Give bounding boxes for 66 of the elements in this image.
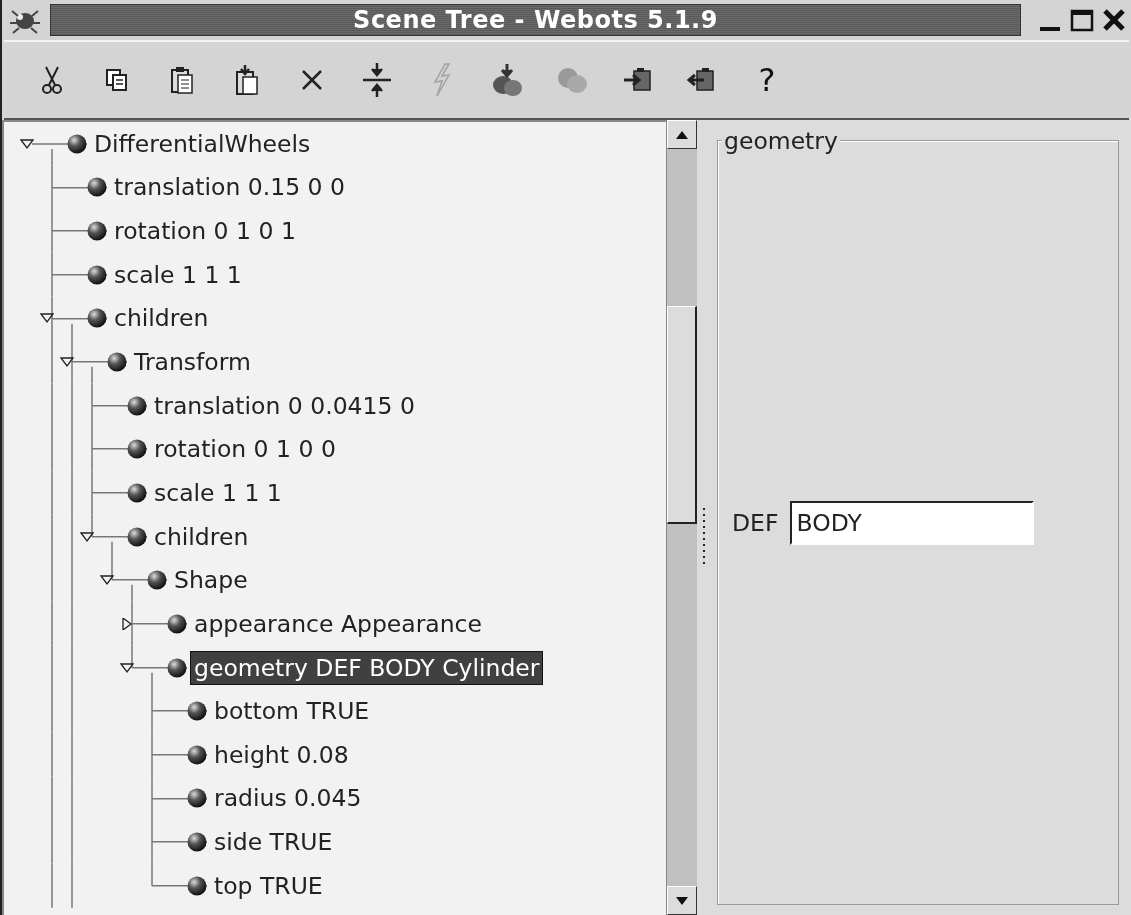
sphere-icon xyxy=(87,221,107,242)
tree-item[interactable]: height 0.08 xyxy=(210,737,353,772)
sphere-icon xyxy=(167,613,187,634)
scissors-icon xyxy=(40,65,64,95)
lightning-icon xyxy=(431,63,453,97)
sphere-icon xyxy=(67,133,87,154)
tree-item[interactable]: rotation 0 1 0 1 xyxy=(110,214,300,249)
delete-icon xyxy=(300,68,324,92)
collapse-icon xyxy=(361,62,393,98)
sphere-icon xyxy=(127,526,147,547)
expanded-triangle-icon[interactable] xyxy=(20,137,34,150)
scrollbar-thumb[interactable] xyxy=(667,306,697,524)
expanded-triangle-icon[interactable] xyxy=(80,530,94,543)
help-button[interactable]: ? xyxy=(749,62,785,98)
tree-item[interactable]: appearance Appearance xyxy=(190,606,486,641)
close-icon[interactable] xyxy=(1101,7,1127,33)
sphere-icon xyxy=(187,875,207,896)
sphere-icon xyxy=(187,788,207,809)
sphere-icon xyxy=(187,701,207,722)
tree-item[interactable]: top TRUE xyxy=(210,868,327,903)
tree-item[interactable]: children xyxy=(110,301,213,336)
export-icon xyxy=(687,67,717,93)
expanded-triangle-icon[interactable] xyxy=(120,661,134,674)
tree-connector xyxy=(51,252,108,297)
clipboard-arrow-icon xyxy=(234,64,260,96)
sphere-icon xyxy=(187,832,207,853)
tree-item[interactable]: side TRUE xyxy=(210,825,337,860)
tree-item[interactable]: Shape xyxy=(170,563,252,598)
tree-item[interactable]: rotation 0 1 0 0 xyxy=(150,432,340,467)
sphere-icon xyxy=(127,439,147,460)
tree-item[interactable]: scale 1 1 1 xyxy=(110,257,246,292)
sphere-icon xyxy=(167,657,187,678)
tree-item[interactable]: Transform xyxy=(130,345,255,379)
maximize-icon[interactable] xyxy=(1069,7,1095,33)
blob-icon xyxy=(556,65,588,95)
collapsed-triangle-icon[interactable] xyxy=(120,617,134,630)
tree-item[interactable]: translation 0.15 0 0 xyxy=(110,170,349,205)
tree-item[interactable]: scale 1 1 1 xyxy=(150,475,286,510)
tree-item[interactable]: geometry DEF BODY Cylinder xyxy=(190,650,544,685)
down-arrow-icon[interactable] xyxy=(675,895,689,906)
sphere-icon xyxy=(127,395,147,416)
tree-item[interactable]: DifferentialWheels xyxy=(90,126,315,161)
sphere-icon xyxy=(187,744,207,765)
window-title: Scene Tree - Webots 5.1.9 xyxy=(50,4,1021,36)
sphere-icon xyxy=(87,308,107,329)
tree-connector xyxy=(51,209,108,253)
expanded-triangle-icon[interactable] xyxy=(100,574,114,587)
tree-item[interactable]: translation 0 0.0415 0 xyxy=(150,388,419,423)
def-field[interactable]: BODY xyxy=(790,500,1035,545)
def-label: DEF xyxy=(732,508,779,537)
sphere-icon xyxy=(127,482,147,503)
sphere-icon xyxy=(107,352,127,372)
tree-item[interactable]: children xyxy=(150,519,253,554)
sphere-icon xyxy=(147,570,167,591)
tree-item[interactable]: radius 0.045 xyxy=(210,781,366,816)
scrollbar[interactable] xyxy=(666,120,697,915)
tree-item[interactable]: bottom TRUE xyxy=(210,694,374,729)
import-icon xyxy=(622,67,652,93)
up-arrow-icon[interactable] xyxy=(675,129,689,140)
expanded-triangle-icon[interactable] xyxy=(60,356,74,368)
sphere-icon xyxy=(87,264,107,285)
copy-icon xyxy=(105,68,129,92)
sphere-icon xyxy=(87,177,107,198)
clipboard-icon xyxy=(169,65,195,95)
blob-arrow-icon xyxy=(491,63,523,97)
expanded-triangle-icon[interactable] xyxy=(40,312,54,325)
